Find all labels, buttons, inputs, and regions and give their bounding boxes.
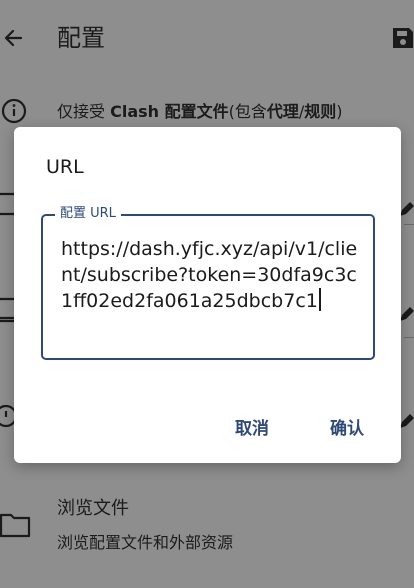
page-title: 配置 [57, 24, 105, 52]
save-icon [393, 28, 413, 48]
save-button[interactable] [389, 24, 414, 52]
folder-icon [0, 513, 31, 538]
arrow-left-icon [4, 29, 23, 47]
text-caret [318, 288, 321, 311]
notice-text: 仅接受 Clash 配置文件(包含代理/规则) [57, 102, 343, 121]
back-button[interactable] [0, 20, 30, 56]
confirm-button[interactable]: 确认 [330, 416, 364, 442]
row-divider [404, 337, 414, 338]
cancel-button[interactable]: 取消 [235, 416, 269, 442]
browse-files-title: 浏览文件 [57, 498, 129, 519]
row-divider [404, 224, 414, 225]
browse-files-subtitle: 浏览配置文件和外部资源 [57, 533, 234, 552]
url-input-label: 配置 URL [55, 205, 121, 223]
url-input[interactable]: 配置 URL https://dash.yfjc.xyz/api/v1/clie… [41, 205, 375, 360]
info-icon [1, 98, 27, 124]
url-input-text: https://dash.yfjc.xyz/api/v1/client/subs… [61, 238, 358, 312]
url-input-value[interactable]: https://dash.yfjc.xyz/api/v1/client/subs… [61, 236, 361, 314]
app-bar: 配置 [0, 0, 414, 78]
url-dialog: URL 配置 URL https://dash.yfjc.xyz/api/v1/… [14, 127, 401, 463]
dialog-title: URL [46, 156, 84, 178]
browse-files-row[interactable]: 浏览文件 浏览配置文件和外部资源 [0, 488, 414, 568]
